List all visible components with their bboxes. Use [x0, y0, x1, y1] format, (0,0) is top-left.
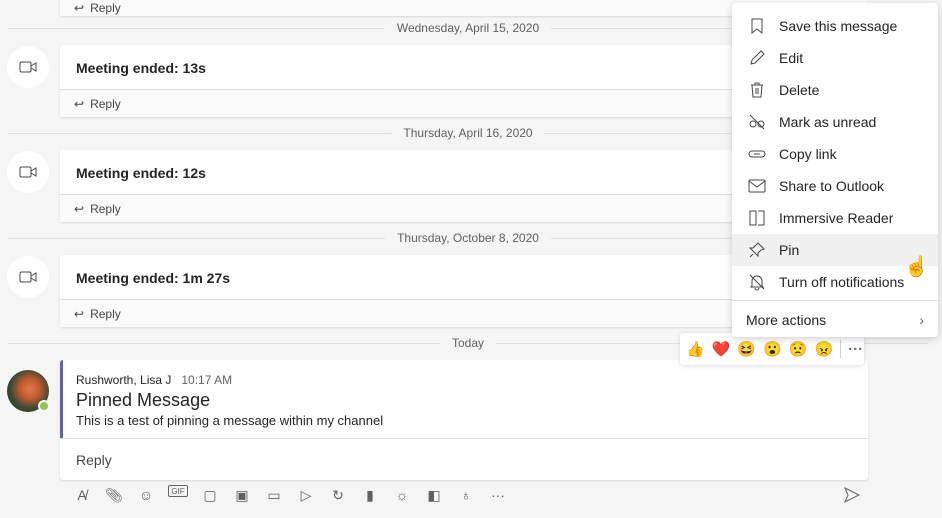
- presence-available-icon: [38, 400, 50, 412]
- divider: [840, 340, 842, 358]
- surprised-reaction[interactable]: 😮: [763, 340, 782, 358]
- mail-icon: [748, 179, 766, 193]
- bell-off-icon: [749, 274, 765, 291]
- like-reaction[interactable]: 👍: [686, 340, 705, 358]
- author-name[interactable]: Rushworth, Lisa J: [76, 373, 171, 387]
- pinned-message-card: Rushworth, Lisa J 10:17 AM Pinned Message…: [60, 360, 868, 480]
- menu-item-copy-link[interactable]: Copy link: [732, 138, 938, 170]
- gif-icon[interactable]: GIF: [168, 485, 188, 497]
- more-options-icon[interactable]: ···: [488, 485, 508, 505]
- pencil-icon: [750, 50, 765, 65]
- compose-toolbar: A̸ 📎︎ ☺ GIF ▢ ▣ ▭ ▷ ↻ ▮ ☼ ◧ ♁ ···: [72, 485, 508, 505]
- video-icon[interactable]: ▭: [264, 485, 284, 505]
- video-camera-icon: [7, 46, 49, 88]
- menu-item-share-outlook[interactable]: Share to Outlook: [732, 170, 938, 202]
- menu-item-edit[interactable]: Edit: [732, 42, 938, 74]
- sticker-icon[interactable]: ▢: [200, 485, 220, 505]
- reply-arrow-icon: ↩: [74, 96, 85, 111]
- send-icon[interactable]: [843, 486, 861, 509]
- reply-arrow-icon: ↩: [74, 201, 85, 216]
- stream-icon[interactable]: ▷: [296, 485, 316, 505]
- emoji-icon[interactable]: ☺: [136, 485, 156, 505]
- hand-cursor-icon: ☝: [904, 256, 929, 278]
- trash-icon: [751, 82, 763, 98]
- message-subject: Pinned Message: [76, 390, 211, 410]
- whiteboard-icon[interactable]: ◧: [424, 485, 444, 505]
- timestamp: 10:17 AM: [181, 373, 233, 387]
- praise-icon[interactable]: ▮: [360, 485, 380, 505]
- bookmark-icon: [751, 18, 763, 35]
- menu-item-immersive-reader[interactable]: Immersive Reader: [732, 202, 938, 234]
- weather-icon[interactable]: ☼: [392, 485, 412, 505]
- video-camera-icon: [7, 151, 49, 193]
- video-camera-icon: [7, 256, 49, 298]
- laugh-reaction[interactable]: 😆: [737, 340, 756, 358]
- heart-reaction[interactable]: ❤️: [712, 340, 731, 358]
- lightbulb-icon[interactable]: ♁: [456, 485, 476, 505]
- menu-item-mark-unread[interactable]: Mark as unread: [732, 106, 938, 138]
- menu-item-delete[interactable]: Delete: [732, 74, 938, 106]
- message-body: This is a test of pinning a message with…: [76, 413, 384, 428]
- immersive-reader-icon: [749, 210, 765, 226]
- message-actions-menu: Save this message Edit Delete Mark as un…: [732, 3, 938, 337]
- link-icon: [748, 150, 766, 158]
- angry-reaction[interactable]: 😠: [814, 340, 833, 358]
- schedule-meeting-icon[interactable]: ▣: [232, 485, 252, 505]
- sad-reaction[interactable]: 😟: [789, 340, 808, 358]
- loop-icon[interactable]: ↻: [328, 485, 348, 505]
- unread-glasses-icon: [749, 114, 765, 130]
- pin-icon: [748, 242, 765, 258]
- reply-arrow-icon: ↩: [74, 306, 85, 321]
- chevron-right-icon: ›: [919, 311, 924, 328]
- menu-item-save[interactable]: Save this message: [732, 10, 938, 42]
- format-icon[interactable]: A̸: [72, 485, 92, 505]
- more-options-icon[interactable]: ···: [848, 341, 863, 358]
- attach-icon[interactable]: 📎︎: [104, 485, 124, 505]
- reply-arrow-icon: ↩: [74, 1, 85, 15]
- reply-button[interactable]: Reply: [60, 438, 868, 480]
- menu-item-more-actions[interactable]: More actions ›: [732, 300, 938, 338]
